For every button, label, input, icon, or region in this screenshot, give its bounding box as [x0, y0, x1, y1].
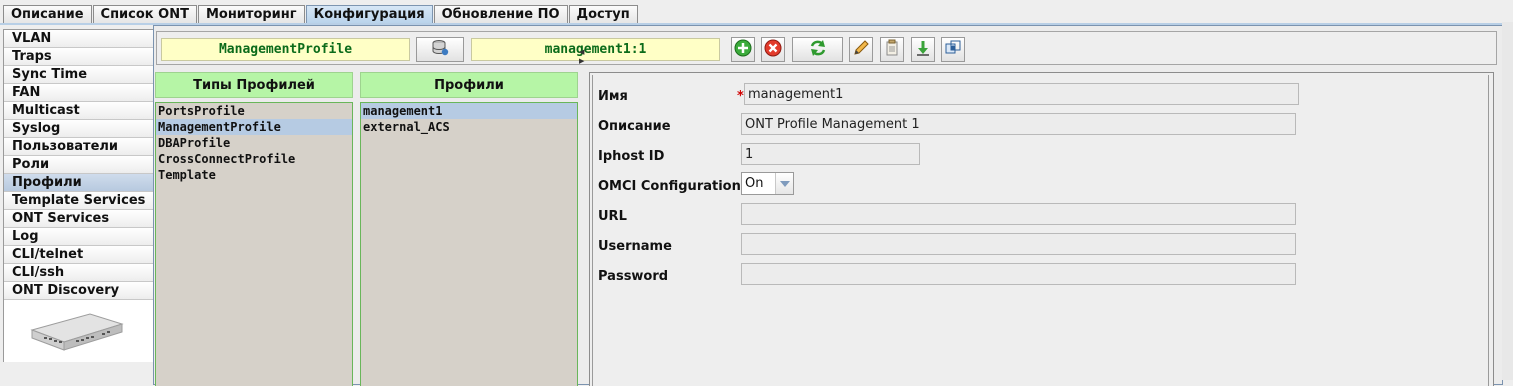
copy-icon	[883, 39, 901, 61]
nav-item-cli-ssh[interactable]: CLI/ssh	[4, 264, 153, 282]
nav-item-log[interactable]: Log	[4, 228, 153, 246]
nav-item-ont-discovery[interactable]: ONT Discovery	[4, 282, 153, 300]
username-field[interactable]	[741, 233, 1296, 255]
toolbar: ManagementProfile management1:1	[156, 31, 1497, 65]
select-type-button[interactable]	[416, 37, 464, 62]
password-field[interactable]	[741, 263, 1296, 285]
list-item[interactable]: PortsProfile	[156, 103, 352, 119]
omci-select[interactable]: On	[741, 172, 794, 195]
nav-item-multicast[interactable]: Multicast	[4, 102, 153, 120]
download-button[interactable]	[911, 37, 935, 62]
device-image	[4, 300, 153, 362]
edit-icon	[852, 39, 870, 61]
refresh-button[interactable]	[792, 37, 843, 62]
copy-button[interactable]	[880, 37, 904, 62]
url-label: URL	[598, 209, 627, 224]
list-item[interactable]: management1	[361, 103, 577, 119]
link-button[interactable]	[941, 37, 965, 62]
profile-types-header: Типы Профилей	[155, 72, 353, 98]
nav-item-fan[interactable]: FAN	[4, 84, 153, 102]
omci-select-value: On	[745, 176, 764, 191]
list-item[interactable]: ManagementProfile	[156, 119, 352, 135]
window-edge	[1502, 22, 1513, 380]
tab-description[interactable]: Описание	[3, 5, 92, 24]
iphost-label: Iphost ID	[598, 149, 665, 164]
omci-label: OMCI Configuration	[598, 179, 741, 194]
tab-access[interactable]: Доступ	[568, 5, 638, 24]
main-panel: ManagementProfile management1:1 Типы Про…	[153, 25, 1503, 386]
list-item[interactable]: CrossConnectProfile	[156, 151, 352, 167]
profile-detail-form: Имя * Описание Iphost ID OMCI Configurat…	[589, 72, 1494, 386]
tab-ont-list[interactable]: Список ONT	[92, 5, 197, 24]
database-icon	[431, 39, 449, 61]
tab-configuration[interactable]: Конфигурация	[305, 5, 433, 24]
iphost-field[interactable]	[741, 143, 920, 165]
nav-item-roles[interactable]: Роли	[4, 156, 153, 174]
top-tab-bar: Описание Список ONT Мониторинг Конфигура…	[3, 5, 639, 24]
left-nav: VLAN Traps Sync Time FAN Multicast Syslo…	[3, 29, 154, 362]
profile-type-field: ManagementProfile	[161, 38, 410, 61]
name-field[interactable]	[744, 83, 1299, 105]
tab-software-update[interactable]: Обновление ПО	[433, 5, 568, 24]
add-icon	[734, 39, 752, 61]
chevron-down-icon	[775, 173, 793, 194]
delete-icon	[764, 39, 782, 61]
password-label: Password	[598, 269, 669, 284]
download-icon	[914, 39, 932, 61]
required-marker: *	[737, 89, 744, 104]
delete-profile-button[interactable]	[761, 37, 785, 62]
nav-item-traps[interactable]: Traps	[4, 48, 153, 66]
profile-types-list: PortsProfile ManagementProfile DBAProfil…	[155, 102, 353, 386]
nav-item-syslog[interactable]: Syslog	[4, 120, 153, 138]
form-frame: Имя * Описание Iphost ID OMCI Configurat…	[592, 75, 1489, 386]
username-label: Username	[598, 239, 672, 254]
add-profile-button[interactable]	[731, 37, 755, 62]
nav-item-sync-time[interactable]: Sync Time	[4, 66, 153, 84]
list-item[interactable]: external_ACS	[361, 119, 577, 135]
nav-item-vlan[interactable]: VLAN	[4, 30, 153, 48]
tab-monitoring[interactable]: Мониторинг	[197, 5, 305, 24]
nav-item-profiles[interactable]: Профили	[4, 174, 153, 192]
name-label: Имя	[598, 89, 628, 104]
refresh-icon	[809, 39, 827, 61]
url-field[interactable]	[741, 203, 1296, 225]
profiles-list: management1 external_ACS	[360, 102, 578, 386]
nav-item-ont-services[interactable]: ONT Services	[4, 210, 153, 228]
description-field[interactable]	[741, 113, 1296, 135]
nav-item-cli-telnet[interactable]: CLI/telnet	[4, 246, 153, 264]
nav-item-template-services[interactable]: Template Services	[4, 192, 153, 210]
splitter-arrows-icon[interactable]: ◀ ▶	[579, 48, 585, 66]
list-item[interactable]: Template	[156, 167, 352, 183]
list-item[interactable]: DBAProfile	[156, 135, 352, 151]
profile-name-field: management1:1	[471, 38, 720, 61]
nav-item-users[interactable]: Пользователи	[4, 138, 153, 156]
link-icon	[944, 39, 962, 61]
edit-button[interactable]	[849, 37, 873, 62]
description-label: Описание	[598, 119, 671, 134]
profiles-header: Профили	[360, 72, 578, 98]
